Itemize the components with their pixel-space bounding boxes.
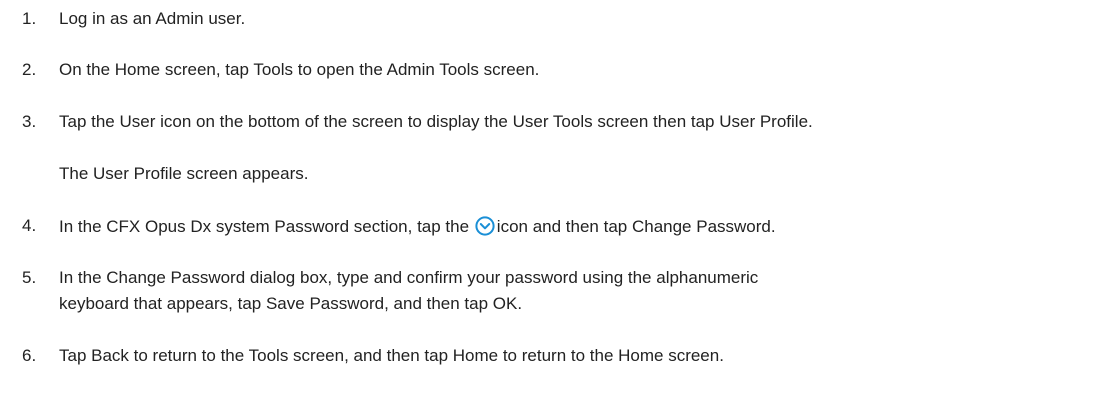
step-number: 2.	[22, 60, 37, 79]
chevron-down-circle-icon	[475, 216, 495, 236]
step-text-before-icon: In the CFX Opus Dx system Password secti…	[59, 217, 470, 236]
step-number: 1.	[22, 9, 37, 28]
step-text: In the CFX Opus Dx system Password secti…	[59, 216, 776, 237]
step-number: 4.	[22, 216, 37, 235]
step-text-line: In the Change Password dialog box, type …	[59, 268, 759, 287]
step-text: Tap the User icon on the bottom of the s…	[59, 112, 813, 131]
step-text: Log in as an Admin user.	[59, 9, 246, 28]
procedure-steps: 1. Log in as an Admin user. 2. On the Ho…	[0, 0, 1104, 393]
step-text-after-icon: icon and then tap Change Password.	[496, 217, 776, 236]
step-result-text: The User Profile screen appears.	[59, 164, 309, 183]
step-text: On the Home screen, tap Tools to open th…	[59, 60, 540, 79]
step-text: Tap Back to return to the Tools screen, …	[59, 346, 724, 365]
step-number: 3.	[22, 112, 37, 131]
step-number: 5.	[22, 268, 37, 287]
step-text-line: keyboard that appears, tap Save Password…	[59, 294, 523, 313]
step-number: 6.	[22, 346, 37, 365]
